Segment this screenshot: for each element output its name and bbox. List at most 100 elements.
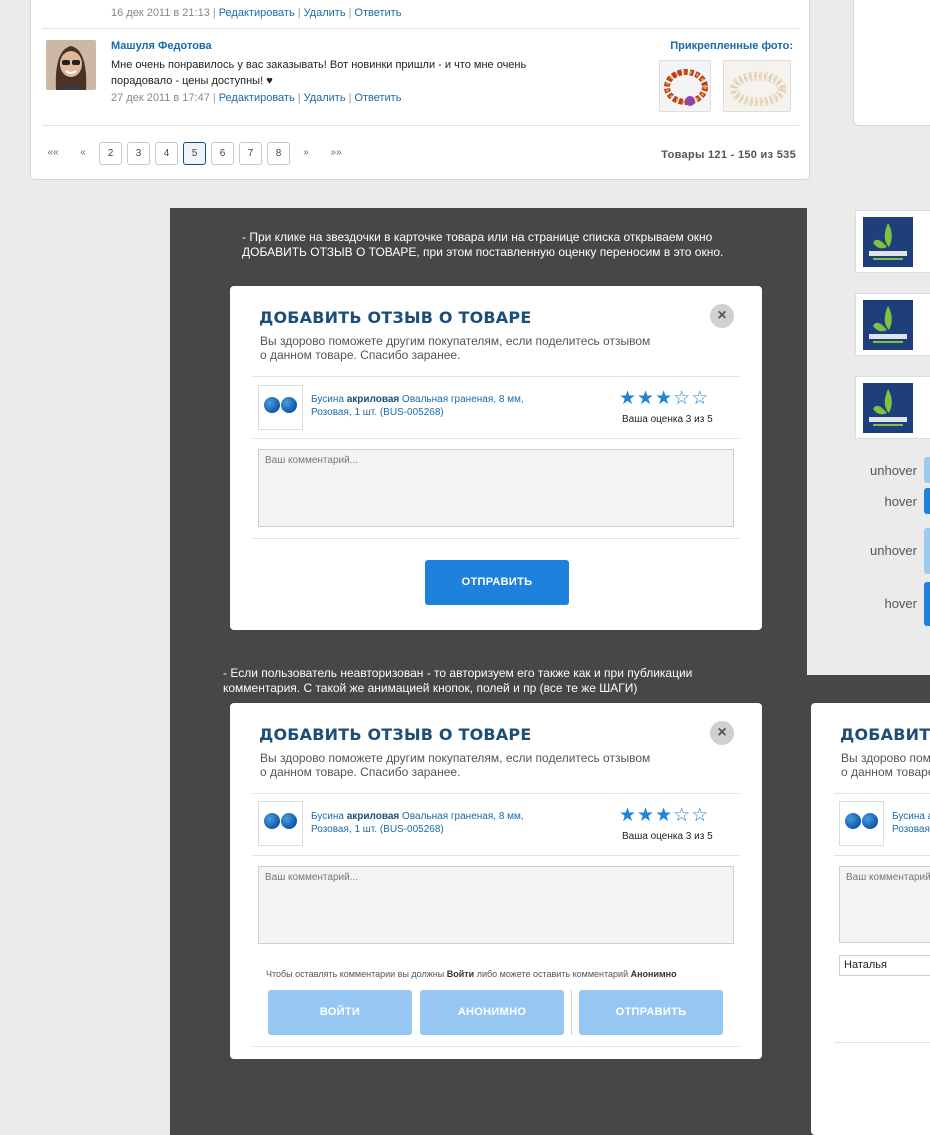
attached-photo[interactable] (723, 60, 791, 112)
divider (253, 1046, 739, 1047)
product-name-line2: Розовая, (892, 824, 930, 835)
star-filled-icon[interactable]: ★ (619, 388, 637, 409)
star-empty-icon[interactable]: ☆ (673, 805, 691, 826)
modal-title: ДОБАВИТЬ ОТЗЫВ О ТОВАРЕ (840, 725, 930, 744)
modal-subtitle-line: Вы здорово поможете (841, 751, 930, 765)
divider (253, 855, 739, 856)
pagination-page[interactable]: 4 (155, 142, 178, 165)
rating-stars[interactable]: ★★★☆☆ (619, 389, 709, 409)
product-name-prefix: Бусина (311, 394, 347, 405)
pagination-prev[interactable]: « (72, 142, 94, 165)
divider (253, 376, 739, 377)
prev-comment-meta: 16 дек 2011 в 21:13 | Редактировать | Удалит… (111, 7, 402, 19)
brand-card[interactable] (855, 210, 930, 273)
button-divider (571, 990, 572, 1035)
pagination-next[interactable]: » (295, 142, 317, 165)
brand-logo-icon (863, 300, 913, 350)
product-name-line2: Розовая, 1 шт. (BUS-005268) (311, 824, 444, 835)
bead-image (264, 813, 280, 829)
divider (253, 438, 739, 439)
submit-button[interactable]: ОТПРАВИТЬ (579, 990, 723, 1035)
reply-link[interactable]: Ответить (354, 7, 401, 19)
comment-date: 16 дек 2011 в 21:13 (111, 7, 210, 19)
edit-link[interactable]: Редактировать (219, 92, 295, 104)
state-label: hover (884, 596, 917, 611)
state-label: unhover (870, 463, 917, 478)
pagination-page[interactable]: 3 (127, 142, 150, 165)
star-empty-icon[interactable]: ☆ (673, 388, 691, 409)
product-name-bold: акриловая (346, 394, 400, 405)
modal-title: ДОБАВИТЬ ОТЗЫВ О ТОВАРЕ (259, 725, 532, 744)
comment-date: 27 дек 2011 в 17:47 (111, 92, 210, 104)
star-filled-icon[interactable]: ★ (637, 388, 655, 409)
state-swatch (924, 488, 930, 514)
state-label: unhover (870, 543, 917, 558)
bead-image (281, 397, 297, 413)
divider (834, 1042, 930, 1043)
delete-link[interactable]: Удалить (304, 92, 346, 104)
product-name-prefix: Бусина (311, 811, 347, 822)
side-card (853, 0, 930, 126)
modal-subtitle-line: Вы здорово поможете другим покупателям, … (260, 751, 651, 765)
comment-textarea[interactable]: Ваш комментарий... (258, 449, 734, 527)
pagination-page[interactable]: 2 (99, 142, 122, 165)
pagination-page-current[interactable]: 5 (183, 142, 206, 165)
product-thumbnail[interactable] (839, 801, 884, 846)
bracelet-photo (660, 61, 710, 111)
pagination-page[interactable]: 7 (239, 142, 262, 165)
divider (42, 125, 799, 126)
auth-anon-link[interactable]: Анонимно (631, 969, 677, 979)
state-swatch (924, 528, 930, 574)
bead-image (264, 397, 280, 413)
review-modal-name: ДОБАВИТЬ ОТЗЫВ О ТОВАРЕ Вы здорово помож… (811, 703, 930, 1135)
pagination-first[interactable]: «« (42, 142, 64, 165)
star-filled-icon[interactable]: ★ (655, 388, 673, 409)
divider (834, 855, 930, 856)
modal-subtitle: Вы здорово поможете о данном товаре. Спа (841, 751, 930, 779)
comment-textarea[interactable]: Ваш комментарий... (258, 866, 734, 944)
brand-card[interactable] (855, 293, 930, 356)
auth-login-link[interactable]: Войти (447, 969, 474, 979)
state-swatch (924, 457, 930, 483)
star-filled-icon[interactable]: ★ (655, 805, 673, 826)
attached-photo[interactable] (659, 60, 711, 112)
modal-subtitle-line: о данном товаре. Спасибо заранее. (260, 765, 461, 779)
delete-link[interactable]: Удалить (304, 7, 346, 19)
auth-prompt-text: Чтобы оставлять комментарии вы должны (266, 969, 447, 979)
close-icon[interactable]: × (710, 721, 734, 745)
star-empty-icon[interactable]: ☆ (691, 388, 709, 409)
star-filled-icon[interactable]: ★ (619, 805, 637, 826)
product-name-bold: акриловая (346, 811, 400, 822)
anonymous-button[interactable]: АНОНИМНО (420, 990, 564, 1035)
star-empty-icon[interactable]: ☆ (691, 805, 709, 826)
product-name[interactable]: Бусина а Розовая, (892, 810, 930, 836)
avatar[interactable] (46, 40, 96, 90)
pagination-last[interactable]: »» (325, 142, 347, 165)
brand-card[interactable] (855, 376, 930, 439)
login-button[interactable]: ВОЙТИ (268, 990, 412, 1035)
reply-link[interactable]: Ответить (354, 92, 401, 104)
edit-link[interactable]: Редактировать (219, 7, 295, 19)
pagination-page[interactable]: 8 (267, 142, 290, 165)
product-thumbnail[interactable] (258, 801, 303, 846)
product-name-line2: Розовая, 1 шт. (BUS-005268) (311, 407, 444, 418)
product-name[interactable]: Бусина акриловая Овальная граненая, 8 мм… (311, 810, 551, 836)
auth-prompt: Чтобы оставлять комментарии вы должны Во… (266, 969, 677, 979)
submit-button[interactable]: ОТПРАВИТЬ (425, 560, 569, 605)
product-name-rest: Овальная граненая, 8 мм, (399, 811, 524, 822)
product-thumbnail[interactable] (258, 385, 303, 430)
comment-author[interactable]: Машуля Федотова (111, 40, 212, 52)
comment-textarea[interactable]: Ваш комментарий (839, 866, 930, 943)
product-name[interactable]: Бусина акриловая Овальная граненая, 8 мм… (311, 393, 551, 419)
star-filled-icon[interactable]: ★ (637, 805, 655, 826)
comment-text: Мне очень понравилось у вас заказывать! … (111, 59, 527, 87)
close-icon[interactable]: × (710, 304, 734, 328)
auth-prompt-text: либо можете оставить комментарий (474, 969, 631, 979)
pagination-page[interactable]: 6 (211, 142, 234, 165)
divider (253, 793, 739, 794)
rating-stars[interactable]: ★★★☆☆ (619, 806, 709, 826)
avatar-image (46, 40, 96, 90)
annotation-note: - При клике на звездочки в карточке това… (242, 230, 724, 259)
name-input[interactable]: Наталья (839, 955, 930, 976)
divider (253, 538, 739, 539)
